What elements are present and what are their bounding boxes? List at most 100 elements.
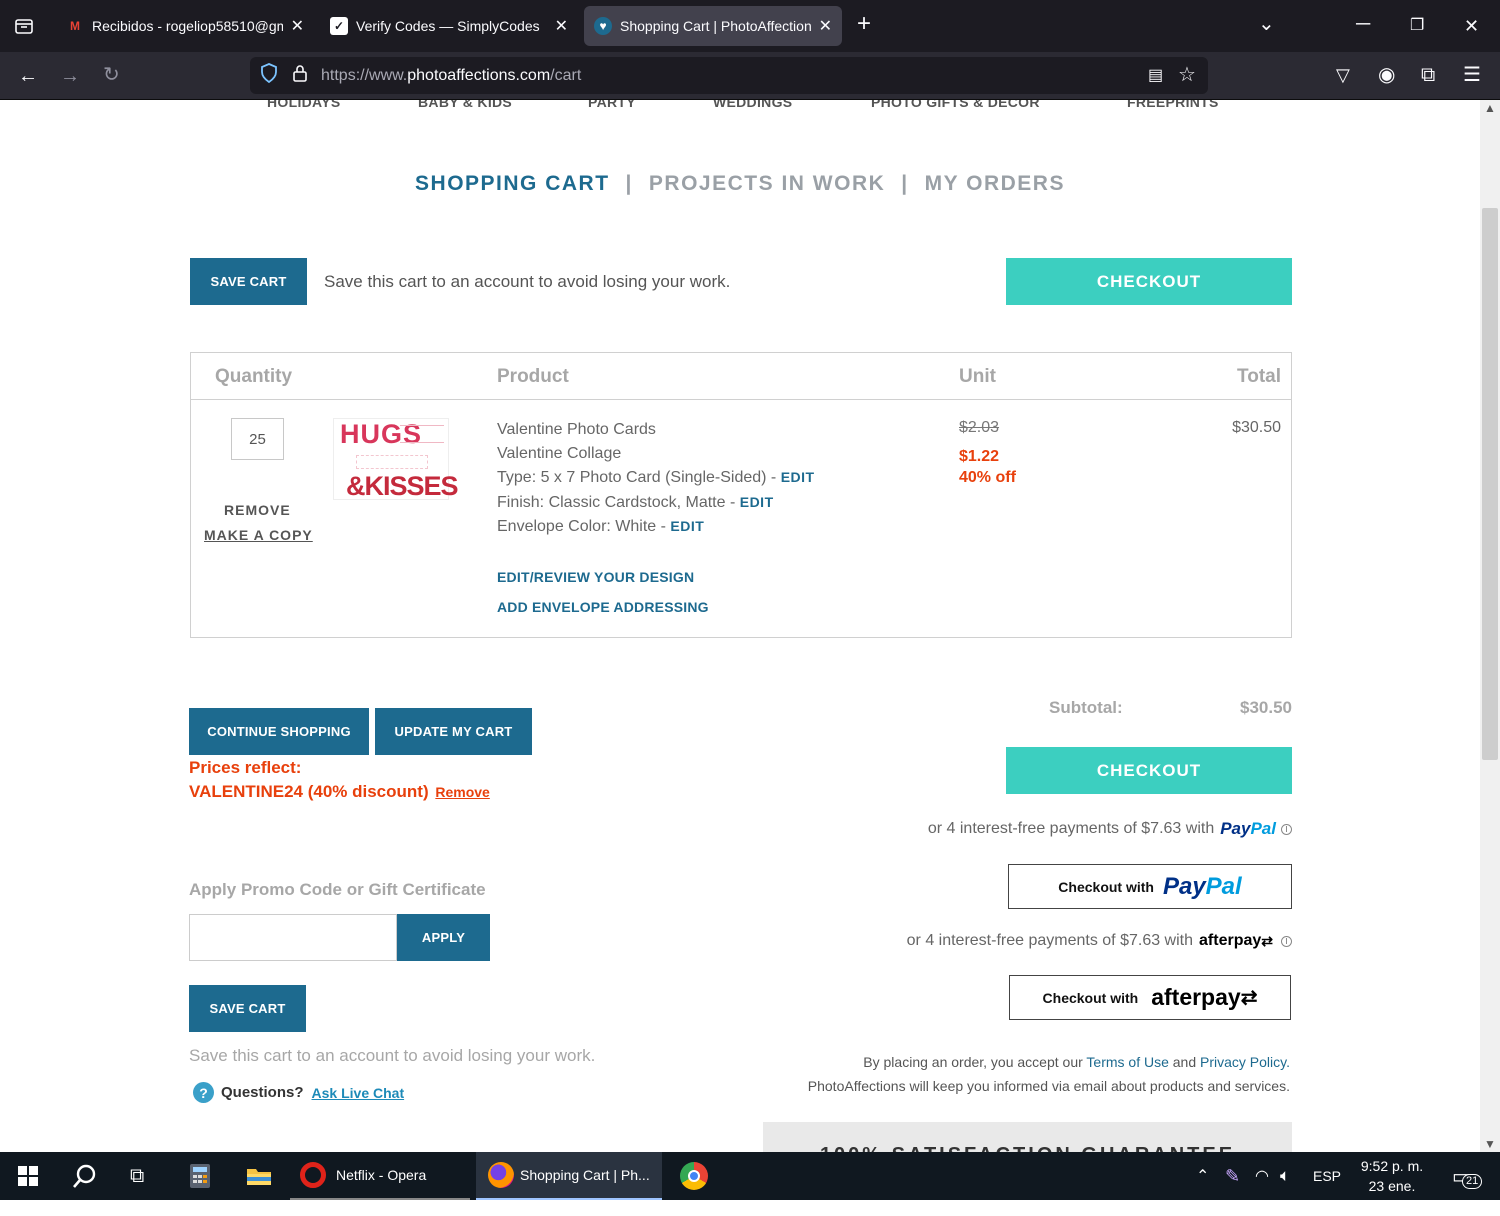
clock-time: 9:52 p. m. xyxy=(1360,1158,1424,1174)
questions-row: ? Questions? Ask Live Chat xyxy=(193,1082,404,1103)
info-icon[interactable]: i xyxy=(1281,823,1292,835)
subtotal-label: Subtotal: xyxy=(1049,698,1123,717)
page-content: HOLIDAYS BABY & KIDS PARTY WEDDINGS PHOT… xyxy=(0,100,1480,1152)
terms-of-use-link[interactable]: Terms of Use xyxy=(1086,1054,1168,1070)
close-icon[interactable]: ✕ xyxy=(819,16,832,36)
remove-button[interactable]: REMOVE xyxy=(224,502,291,518)
reload-icon[interactable]: ↻ xyxy=(103,65,120,85)
url-bar[interactable]: https://www.photoaffections.com/cart ▤ ☆ xyxy=(250,57,1208,94)
questions-label: Questions? xyxy=(221,1084,304,1101)
afterpay-checkout-button[interactable]: Checkout with afterpay ⇄ xyxy=(1009,975,1291,1020)
scroll-up-icon[interactable]: ▲ xyxy=(1484,101,1496,115)
close-icon[interactable]: ✕ xyxy=(291,16,304,36)
firefox-icon xyxy=(488,1162,514,1188)
windows-start-icon[interactable] xyxy=(18,1152,38,1200)
window-close-icon[interactable]: ✕ xyxy=(1464,16,1479,36)
info-icon[interactable]: i xyxy=(1281,935,1292,947)
task-view-icon[interactable]: ⧉ xyxy=(130,1152,144,1200)
tab-shopping-cart[interactable]: ♥ Shopping Cart | PhotoAffection ✕ xyxy=(584,6,842,46)
privacy-policy-link[interactable]: Privacy Policy. xyxy=(1200,1054,1290,1070)
afterpay-arrows-icon: ⇄ xyxy=(1240,987,1258,1009)
scrollbar-thumb[interactable] xyxy=(1482,208,1498,760)
thumb-decor xyxy=(400,425,444,443)
pocket-icon[interactable]: ▽ xyxy=(1336,65,1350,85)
subtotal-value: $30.50 xyxy=(1240,698,1292,717)
save-cart-button[interactable]: SAVE CART xyxy=(190,258,307,305)
extensions-icon[interactable]: ⧉ xyxy=(1421,65,1435,85)
pen-icon[interactable]: ✎ xyxy=(1225,1152,1240,1200)
apply-promo-button[interactable]: APPLY xyxy=(397,914,490,961)
simplycodes-icon: ✓ xyxy=(330,17,348,35)
lock-icon[interactable] xyxy=(292,64,310,87)
tab-title: Shopping Cart | PhotoAffection xyxy=(620,18,811,34)
chrome-icon[interactable] xyxy=(680,1152,708,1200)
scroll-down-icon[interactable]: ▼ xyxy=(1484,1137,1496,1151)
minimize-icon[interactable]: ─ xyxy=(1356,14,1370,34)
taskbar-firefox[interactable]: Shopping Cart | Ph... xyxy=(476,1152,662,1200)
live-chat-link[interactable]: Ask Live Chat xyxy=(312,1085,405,1101)
opera-icon xyxy=(300,1162,326,1188)
checkout-with-label: Checkout with xyxy=(1042,989,1139,1006)
tab-list-icon[interactable] xyxy=(14,16,34,40)
search-icon[interactable] xyxy=(72,1152,98,1200)
checkout-button[interactable]: CHECKOUT xyxy=(1006,258,1292,305)
tab-shopping-cart-page[interactable]: SHOPPING CART xyxy=(415,172,610,195)
thumb-text-bottom: &KISSES xyxy=(346,471,459,501)
wifi-icon[interactable]: ◠ xyxy=(1255,1152,1269,1200)
promo-code-input[interactable] xyxy=(189,914,397,961)
remove-promo-link[interactable]: Remove xyxy=(435,784,489,800)
language-indicator[interactable]: ESP xyxy=(1313,1152,1341,1200)
line-total: $30.50 xyxy=(1232,419,1281,436)
reader-view-icon[interactable]: ▤ xyxy=(1148,65,1163,85)
add-envelope-addressing-link[interactable]: ADD ENVELOPE ADDRESSING xyxy=(497,599,709,615)
nav-party[interactable]: PARTY xyxy=(588,100,636,110)
volume-icon[interactable]: 🔈︎ xyxy=(1280,1152,1290,1200)
nav-holidays[interactable]: HOLIDAYS xyxy=(267,100,340,110)
col-total: Total xyxy=(1237,366,1281,387)
notification-center[interactable]: ▭ 21 xyxy=(1452,1164,1483,1190)
gmail-icon: M xyxy=(70,19,80,33)
edit-type-link[interactable]: EDIT xyxy=(781,469,815,485)
back-icon[interactable]: ← xyxy=(18,66,38,86)
edit-finish-link[interactable]: EDIT xyxy=(740,494,774,510)
nav-baby-kids[interactable]: BABY & KIDS xyxy=(418,100,512,110)
file-explorer-icon[interactable] xyxy=(246,1152,272,1200)
tab-simplycodes[interactable]: ✓ Verify Codes — SimplyCodes ✕ xyxy=(320,6,578,46)
close-icon[interactable]: ✕ xyxy=(555,16,568,36)
paypal-checkout-button[interactable]: Checkout with PayPal xyxy=(1008,864,1292,909)
nav-photo-gifts[interactable]: PHOTO GIFTS & DECOR xyxy=(871,100,1040,110)
site-nav: HOLIDAYS BABY & KIDS PARTY WEDDINGS PHOT… xyxy=(0,100,1480,114)
email-info-text: PhotoAffections will keep you informed v… xyxy=(807,1078,1290,1094)
clock[interactable]: 9:52 p. m. 23 ene. 2024 xyxy=(1352,1156,1432,1216)
shield-icon[interactable] xyxy=(260,63,280,88)
edit-envelope-link[interactable]: EDIT xyxy=(670,518,704,534)
product-thumbnail[interactable]: HUGS &KISSES xyxy=(333,418,459,501)
nav-freeprints[interactable]: FREEPRINTS xyxy=(1127,100,1219,110)
tab-my-orders[interactable]: MY ORDERS xyxy=(925,172,1065,195)
calculator-icon[interactable] xyxy=(190,1152,210,1200)
menu-icon[interactable]: ☰ xyxy=(1463,65,1481,85)
update-cart-button[interactable]: UPDATE MY CART xyxy=(375,708,532,755)
checkout-button-bottom[interactable]: CHECKOUT xyxy=(1006,747,1292,794)
save-cart-button-bottom[interactable]: SAVE CART xyxy=(189,985,306,1032)
tab-gmail[interactable]: M Recibidos - rogeliop58510@gm ✕ xyxy=(56,6,314,46)
forward-icon[interactable]: → xyxy=(60,66,80,86)
continue-shopping-button[interactable]: CONTINUE SHOPPING xyxy=(189,708,369,755)
new-tab-icon[interactable]: + xyxy=(857,12,871,36)
cart-table-header: Quantity Product Unit Total xyxy=(191,353,1291,400)
paypal-installments-text: or 4 interest-free payments of $7.63 wit… xyxy=(927,820,1215,837)
paypal-logo-button: PayPal xyxy=(1163,873,1242,901)
taskbar-opera[interactable]: Netflix - Opera xyxy=(290,1152,470,1200)
bookmark-star-icon[interactable]: ☆ xyxy=(1178,62,1196,87)
taskbar-opera-label: Netflix - Opera xyxy=(336,1167,427,1183)
restore-icon[interactable]: ❐ xyxy=(1410,16,1424,36)
chevron-down-icon[interactable]: ⌄ xyxy=(1258,14,1275,34)
tab-projects-in-work[interactable]: PROJECTS IN WORK xyxy=(649,172,885,195)
make-copy-button[interactable]: MAKE A COPY xyxy=(204,527,313,543)
quantity-input[interactable]: 25 xyxy=(231,418,284,460)
afterpay-logo: afterpay xyxy=(1199,932,1262,949)
nav-weddings[interactable]: WEDDINGS xyxy=(713,100,792,110)
edit-review-design-link[interactable]: EDIT/REVIEW YOUR DESIGN xyxy=(497,569,694,585)
account-icon[interactable]: ◉ xyxy=(1378,65,1395,85)
show-hidden-icons[interactable]: ⌃ xyxy=(1196,1152,1209,1200)
